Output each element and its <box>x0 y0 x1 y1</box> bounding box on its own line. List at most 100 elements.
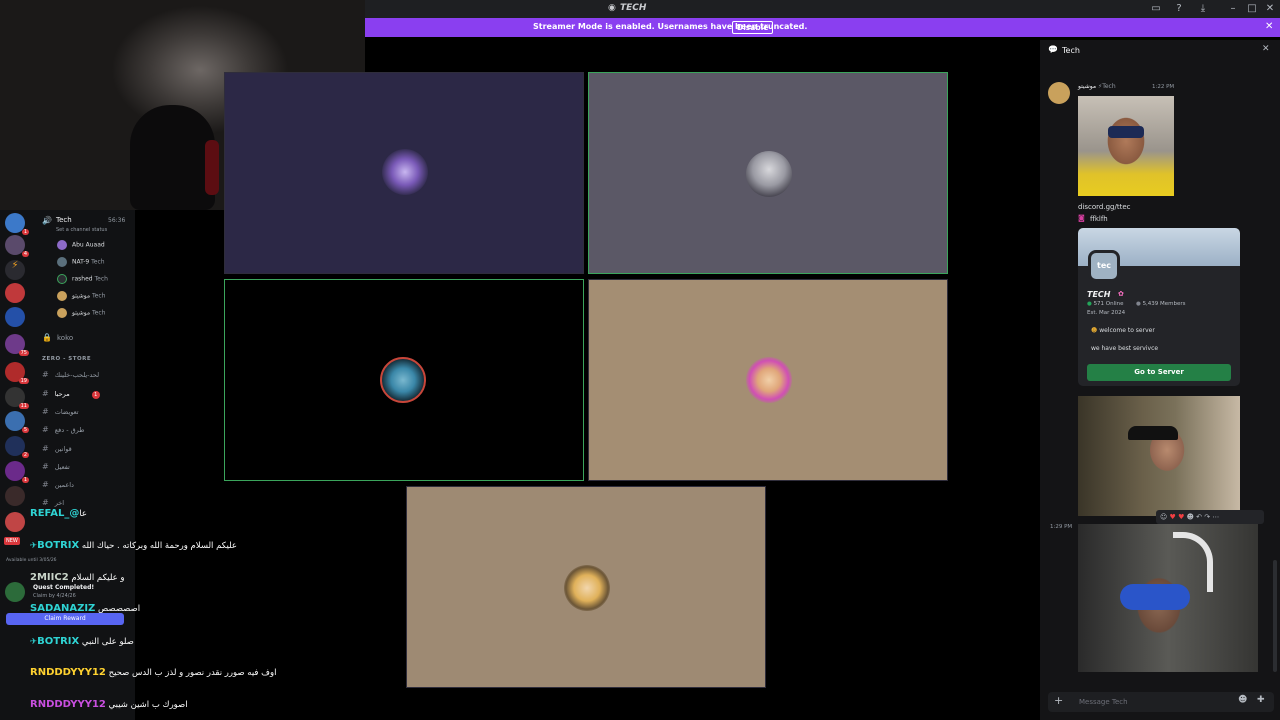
message-actions: ☺ ♥ ♥ ☻ ↶ ↷ ⋯ <box>1156 510 1264 524</box>
streamer-silhouette <box>130 105 215 210</box>
panel-title: Tech <box>1062 46 1080 55</box>
text-channel[interactable]: # مرحبا 1 <box>42 389 100 399</box>
invite-link[interactable]: discord.gg/ttec <box>1078 203 1130 211</box>
reply-icon[interactable]: ↶ <box>1196 513 1202 521</box>
text-channel[interactable]: # اخر <box>42 498 64 507</box>
glasses-shape <box>1108 126 1144 138</box>
hash-icon: # <box>42 462 49 471</box>
message-placeholder: Message Tech <box>1079 698 1128 706</box>
inbox-icon[interactable]: ▭ <box>1149 3 1163 15</box>
scrollbar[interactable] <box>1273 560 1277 672</box>
locked-channel[interactable]: koko <box>57 334 73 342</box>
hash-icon: # <box>42 370 49 379</box>
description-line: we have best servivce <box>1091 345 1159 352</box>
user-avatar <box>746 151 792 197</box>
headset-shape <box>1128 426 1178 440</box>
discord-icon: ◉ <box>608 3 616 13</box>
server-icon[interactable] <box>5 582 25 602</box>
voice-user[interactable]: Abu Auaad <box>57 240 105 250</box>
image-attachment[interactable] <box>1078 524 1258 672</box>
video-tile-2[interactable] <box>588 72 948 274</box>
text-channel[interactable]: # داعمين <box>42 480 74 489</box>
server-icon[interactable]: 2 <box>5 436 29 458</box>
close-window-icon[interactable]: ✕ <box>1263 3 1277 15</box>
quest-title: Quest Completed! <box>33 584 95 591</box>
avatar <box>57 308 67 318</box>
close-banner-icon[interactable]: ✕ <box>1265 21 1273 32</box>
hash-icon: # <box>42 498 49 507</box>
add-reaction-icon[interactable]: ☻ <box>1187 513 1194 521</box>
lightning-server-icon[interactable]: ⚡ <box>5 260 25 280</box>
download-icon[interactable]: ⤓ <box>1196 3 1210 15</box>
online-count: ● 571 Online <box>1087 301 1124 307</box>
chat-line: 2MIIC2 و عليكم السلام <box>30 572 125 583</box>
server-rail: 1 4 ⚡ 75 19 11 5 2 1 NEW <box>0 210 30 720</box>
server-icon[interactable]: 75 <box>5 334 29 356</box>
server-icon[interactable]: 11 <box>5 387 29 409</box>
emoji-picker-icon[interactable]: ☻ <box>1238 695 1247 705</box>
apps-icon[interactable]: ✚ <box>1257 695 1265 705</box>
forward-icon[interactable]: ↷ <box>1204 513 1210 521</box>
chat-line: SADANAZIZ اصصصصص <box>30 603 141 614</box>
close-panel-icon[interactable]: ✕ <box>1262 44 1270 54</box>
video-tile-4[interactable] <box>588 279 948 481</box>
voice-user[interactable]: موشيتو Tech <box>57 308 105 318</box>
message-time: 1:22 PM <box>1152 84 1175 90</box>
server-icon[interactable]: 5 <box>5 411 29 433</box>
category-header[interactable]: ZERO - STORE <box>42 356 91 362</box>
chat-line: ✈BOTRIX عليكم السلام ورحمة الله وبركاته … <box>30 540 237 551</box>
established-date: Est. Mar 2024 <box>1087 310 1126 316</box>
server-icon[interactable]: 4 <box>5 235 29 257</box>
text-channel[interactable]: # لحد-يلحب-خلينك <box>42 370 99 379</box>
more-icon[interactable]: ⋯ <box>1212 513 1219 521</box>
text-channel[interactable]: # طرق - دفع <box>42 425 84 434</box>
help-icon[interactable]: ? <box>1172 3 1186 15</box>
smile-icon: ☻ <box>1091 327 1098 334</box>
text-channel[interactable]: # قوانين <box>42 444 72 453</box>
message-input[interactable]: + Message Tech ☻ ✚ <box>1048 692 1274 712</box>
author-name[interactable]: موشيتو ⚡Tech <box>1078 83 1116 90</box>
video-tile-5[interactable] <box>406 486 766 688</box>
plus-icon[interactable]: + <box>1054 694 1063 707</box>
maximize-icon[interactable]: □ <box>1245 3 1259 15</box>
user-avatar <box>380 357 426 403</box>
server-icon[interactable]: 19 <box>5 362 29 384</box>
chat-line: REFAL_@عا <box>30 508 87 519</box>
voice-user[interactable]: rashed Tech <box>57 274 108 284</box>
go-to-server-button[interactable]: Go to Server <box>1087 364 1231 381</box>
heart-icon[interactable]: ♥ <box>1178 513 1184 521</box>
speaker-icon: 🔊 <box>42 216 52 225</box>
claim-reward-button[interactable]: Claim Reward <box>6 613 124 625</box>
server-icon[interactable] <box>5 486 25 506</box>
quest-available: Available until 3/05/26 <box>6 558 57 563</box>
server-logo: tec <box>1088 250 1120 282</box>
image-attachment[interactable] <box>1078 396 1240 516</box>
channel-status[interactable]: Set a channel status <box>56 227 107 233</box>
voice-user[interactable]: موشيتو Tech <box>57 291 105 301</box>
video-tile-3[interactable] <box>224 279 584 481</box>
member-count: ● 5,439 Members <box>1136 301 1186 307</box>
image-attachment[interactable] <box>1078 96 1174 196</box>
avatar <box>57 291 67 301</box>
video-tile-1[interactable] <box>224 72 584 274</box>
server-icon[interactable] <box>5 512 25 532</box>
heart-icon[interactable]: ♥ <box>1170 513 1176 521</box>
hash-icon: # <box>42 407 49 416</box>
message-time: 1:29 PM <box>1050 524 1073 530</box>
server-icon[interactable]: 1 <box>5 213 29 235</box>
text-channel[interactable]: # تعويضات <box>42 407 79 416</box>
hash-icon: # <box>42 425 49 434</box>
server-icon[interactable] <box>5 307 25 327</box>
minimize-icon[interactable]: – <box>1226 3 1240 15</box>
server-icon[interactable] <box>5 283 25 303</box>
avatar <box>57 240 67 250</box>
emoji-icon[interactable]: ☺ <box>1160 513 1167 521</box>
server-icon[interactable]: 1 <box>5 461 29 483</box>
disable-streamer-button[interactable]: Disable <box>732 21 774 34</box>
chat-line: RNDDDYYY12 اصورك ب اشين شيبي <box>30 699 188 710</box>
avatar <box>57 257 67 267</box>
text-channel[interactable]: # تفعيل <box>42 462 70 471</box>
voice-channel-name[interactable]: Tech <box>56 216 72 224</box>
author-avatar[interactable] <box>1048 82 1070 104</box>
voice-user[interactable]: NAT-9 Tech <box>57 257 105 267</box>
